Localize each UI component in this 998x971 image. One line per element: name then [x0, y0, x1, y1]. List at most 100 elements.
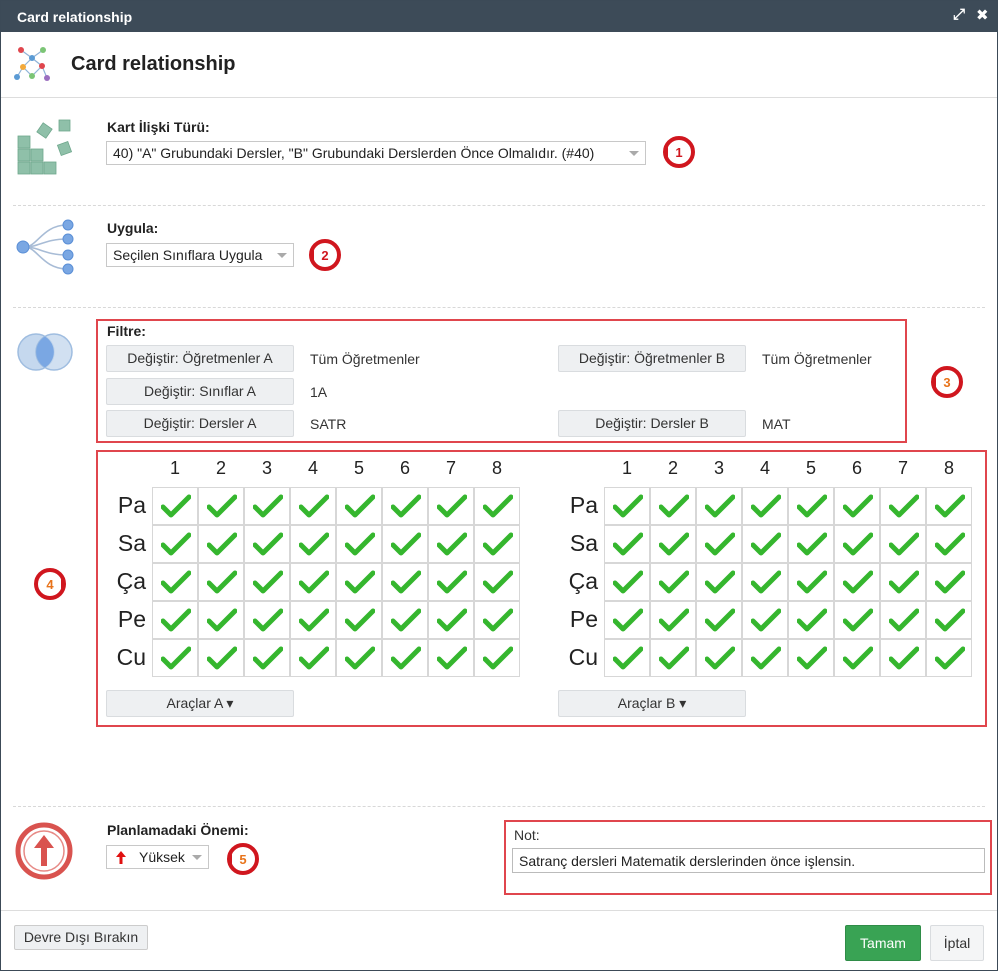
availability-cell-a[interactable] — [336, 601, 382, 639]
period-header-b[interactable]: 1 — [604, 458, 650, 479]
availability-cell-a[interactable] — [382, 487, 428, 525]
tools-b-button[interactable]: Araçlar B ▾ — [558, 690, 746, 717]
period-header-b[interactable]: 3 — [696, 458, 742, 479]
availability-cell-b[interactable] — [742, 639, 788, 677]
relation-type-select[interactable]: 40) "A" Grubundaki Dersler, "B" Grubunda… — [106, 141, 646, 165]
availability-cell-a[interactable] — [152, 601, 198, 639]
availability-cell-b[interactable] — [926, 601, 972, 639]
availability-cell-a[interactable] — [244, 563, 290, 601]
availability-cell-b[interactable] — [650, 487, 696, 525]
availability-cell-a[interactable] — [198, 601, 244, 639]
availability-cell-b[interactable] — [696, 601, 742, 639]
period-header-a[interactable]: 3 — [244, 458, 290, 479]
availability-cell-b[interactable] — [650, 525, 696, 563]
availability-cell-a[interactable] — [244, 601, 290, 639]
title-bar[interactable]: Card relationship ⤢ ✖ — [1, 1, 997, 32]
maximize-icon[interactable]: ⤢ — [953, 6, 965, 23]
availability-cell-a[interactable] — [474, 639, 520, 677]
availability-cell-b[interactable] — [696, 487, 742, 525]
cancel-button[interactable]: İptal — [930, 925, 984, 961]
availability-cell-a[interactable] — [290, 487, 336, 525]
availability-cell-b[interactable] — [880, 563, 926, 601]
availability-cell-a[interactable] — [336, 563, 382, 601]
disable-button[interactable]: Devre Dışı Bırakın — [14, 925, 148, 950]
availability-cell-b[interactable] — [880, 525, 926, 563]
day-header-b[interactable]: Ça — [558, 568, 598, 595]
availability-cell-b[interactable] — [788, 525, 834, 563]
availability-cell-b[interactable] — [788, 487, 834, 525]
change-subjects-b-button[interactable]: Değiştir: Dersler B — [558, 410, 746, 437]
period-header-a[interactable]: 1 — [152, 458, 198, 479]
period-header-b[interactable]: 4 — [742, 458, 788, 479]
availability-cell-a[interactable] — [290, 601, 336, 639]
availability-cell-a[interactable] — [474, 525, 520, 563]
day-header-a[interactable]: Sa — [106, 530, 146, 557]
availability-cell-b[interactable] — [604, 525, 650, 563]
availability-cell-b[interactable] — [788, 639, 834, 677]
day-header-a[interactable]: Ça — [106, 568, 146, 595]
period-header-a[interactable]: 7 — [428, 458, 474, 479]
availability-cell-a[interactable] — [382, 563, 428, 601]
apply-select[interactable]: Seçilen Sınıflara Uygula — [106, 243, 294, 267]
change-teachers-a-button[interactable]: Değiştir: Öğretmenler A — [106, 345, 294, 372]
availability-cell-b[interactable] — [604, 563, 650, 601]
period-header-a[interactable]: 6 — [382, 458, 428, 479]
availability-cell-a[interactable] — [290, 563, 336, 601]
availability-cell-a[interactable] — [428, 487, 474, 525]
availability-cell-b[interactable] — [880, 487, 926, 525]
availability-cell-a[interactable] — [244, 639, 290, 677]
availability-cell-b[interactable] — [926, 487, 972, 525]
change-classes-a-button[interactable]: Değiştir: Sınıflar A — [106, 378, 294, 405]
period-header-b[interactable]: 6 — [834, 458, 880, 479]
day-header-b[interactable]: Pa — [558, 492, 598, 519]
availability-cell-a[interactable] — [198, 525, 244, 563]
day-header-a[interactable]: Cu — [106, 644, 146, 671]
availability-cell-a[interactable] — [198, 487, 244, 525]
period-header-b[interactable]: 2 — [650, 458, 696, 479]
availability-cell-b[interactable] — [788, 601, 834, 639]
availability-cell-a[interactable] — [152, 487, 198, 525]
availability-cell-b[interactable] — [604, 639, 650, 677]
availability-cell-b[interactable] — [742, 601, 788, 639]
availability-cell-b[interactable] — [834, 639, 880, 677]
availability-cell-a[interactable] — [198, 639, 244, 677]
availability-cell-b[interactable] — [696, 639, 742, 677]
availability-cell-b[interactable] — [834, 525, 880, 563]
availability-cell-a[interactable] — [474, 563, 520, 601]
availability-cell-a[interactable] — [428, 639, 474, 677]
period-header-b[interactable]: 7 — [880, 458, 926, 479]
availability-cell-b[interactable] — [834, 601, 880, 639]
day-header-b[interactable]: Cu — [558, 644, 598, 671]
availability-cell-b[interactable] — [650, 639, 696, 677]
availability-cell-a[interactable] — [244, 487, 290, 525]
availability-cell-a[interactable] — [336, 487, 382, 525]
availability-cell-a[interactable] — [336, 639, 382, 677]
ok-button[interactable]: Tamam — [845, 925, 921, 961]
availability-cell-b[interactable] — [742, 525, 788, 563]
period-header-b[interactable]: 8 — [926, 458, 972, 479]
day-header-b[interactable]: Pe — [558, 606, 598, 633]
availability-cell-a[interactable] — [382, 639, 428, 677]
availability-cell-b[interactable] — [742, 487, 788, 525]
period-header-a[interactable]: 4 — [290, 458, 336, 479]
availability-cell-a[interactable] — [198, 563, 244, 601]
availability-cell-a[interactable] — [428, 563, 474, 601]
availability-cell-a[interactable] — [244, 525, 290, 563]
availability-cell-a[interactable] — [382, 525, 428, 563]
tools-a-button[interactable]: Araçlar A ▾ — [106, 690, 294, 717]
availability-cell-b[interactable] — [834, 563, 880, 601]
availability-cell-b[interactable] — [696, 525, 742, 563]
availability-cell-a[interactable] — [152, 525, 198, 563]
availability-cell-b[interactable] — [696, 563, 742, 601]
availability-cell-b[interactable] — [926, 639, 972, 677]
availability-cell-b[interactable] — [834, 487, 880, 525]
availability-cell-b[interactable] — [650, 563, 696, 601]
availability-cell-b[interactable] — [788, 563, 834, 601]
availability-cell-b[interactable] — [604, 601, 650, 639]
availability-cell-a[interactable] — [290, 525, 336, 563]
availability-cell-b[interactable] — [880, 601, 926, 639]
period-header-a[interactable]: 8 — [474, 458, 520, 479]
change-subjects-a-button[interactable]: Değiştir: Dersler A — [106, 410, 294, 437]
availability-cell-a[interactable] — [382, 601, 428, 639]
change-teachers-b-button[interactable]: Değiştir: Öğretmenler B — [558, 345, 746, 372]
